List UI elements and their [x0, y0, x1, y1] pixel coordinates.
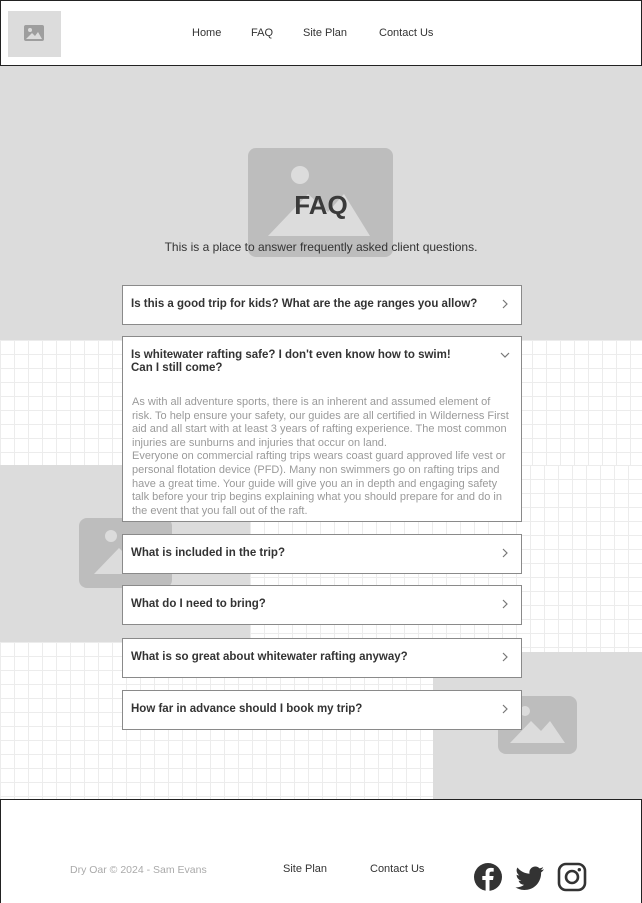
faq-item[interactable]: What do I need to bring? [122, 585, 522, 625]
site-header: Home FAQ Site Plan Contact Us [0, 0, 642, 66]
footer-link-contact-us[interactable]: Contact Us [370, 863, 424, 875]
faq-answer-paragraph: As with all adventure sports, there is a… [132, 396, 509, 449]
faq-question: Is this a good trip for kids? What are t… [131, 298, 478, 310]
faq-question: What is so great about whitewater raftin… [131, 651, 408, 663]
facebook-icon[interactable] [473, 862, 503, 892]
site-footer: Dry Oar © 2024 - Sam Evans Site Plan Con… [0, 799, 642, 903]
image-placeholder-icon [24, 25, 44, 41]
chevron-right-icon [502, 704, 508, 714]
logo[interactable] [8, 11, 61, 57]
faq-item[interactable]: Is this a good trip for kids? What are t… [122, 285, 522, 325]
faq-item[interactable]: What is so great about whitewater raftin… [122, 638, 522, 678]
faq-item-expanded[interactable]: Is whitewater rafting safe? I don't even… [122, 336, 522, 522]
twitter-icon[interactable] [515, 862, 545, 892]
faq-answer: As with all adventure sports, there is a… [132, 396, 512, 518]
nav-faq[interactable]: FAQ [251, 27, 273, 39]
nav-site-plan[interactable]: Site Plan [303, 27, 347, 39]
copyright-text: Dry Oar © 2024 - Sam Evans [70, 864, 207, 876]
chevron-right-icon [502, 652, 508, 662]
nav-contact-us[interactable]: Contact Us [379, 27, 433, 39]
faq-answer-paragraph: Everyone on commercial rafting trips wea… [132, 450, 506, 517]
faq-question: Is whitewater rafting safe? I don't even… [131, 349, 451, 374]
instagram-icon[interactable] [557, 862, 587, 892]
faq-question: What is included in the trip? [131, 547, 285, 559]
footer-link-site-plan[interactable]: Site Plan [283, 863, 327, 875]
chevron-right-icon [502, 548, 508, 558]
faq-item[interactable]: What is included in the trip? [122, 534, 522, 574]
page-subtitle: This is a place to answer frequently ask… [164, 240, 478, 254]
faq-question: How far in advance should I book my trip… [131, 703, 363, 715]
chevron-right-icon [502, 599, 508, 609]
faq-item[interactable]: How far in advance should I book my trip… [122, 690, 522, 730]
chevron-right-icon [502, 299, 508, 309]
faq-question: What do I need to bring? [131, 598, 266, 610]
main-content: FAQ This is a place to answer frequently… [0, 66, 642, 800]
nav-home[interactable]: Home [192, 27, 221, 39]
page-title: FAQ [294, 190, 348, 220]
chevron-down-icon [500, 352, 510, 358]
